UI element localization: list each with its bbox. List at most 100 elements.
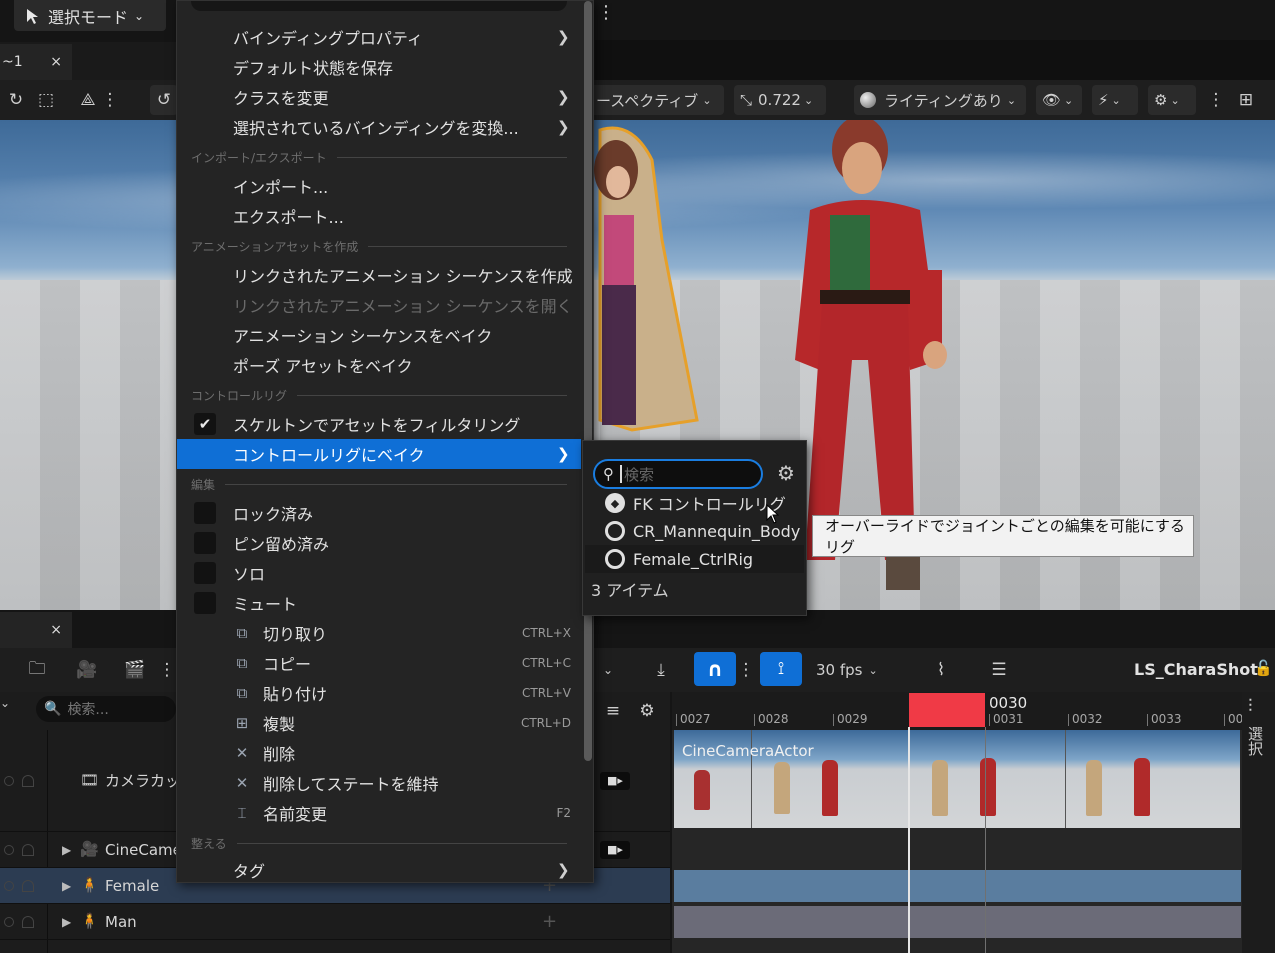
expand-arrow-icon[interactable]: ▶ [62, 843, 71, 857]
lighting-dropdown[interactable]: ライティングあり ⌄ [854, 85, 1026, 115]
close-icon[interactable]: × [50, 622, 62, 638]
ruler-tick: 0031 [989, 712, 1024, 726]
headphones-icon[interactable] [22, 879, 34, 892]
menu-item-save-default-state[interactable]: デフォルト状態を保存 [177, 52, 581, 82]
performance-dropdown[interactable]: ⚡ ⌄ [1092, 85, 1138, 115]
lock-icon[interactable]: 🔓 [1254, 659, 1273, 677]
eye-icon: 👁 [1042, 91, 1062, 109]
menu-item-create-linked-sequence[interactable]: リンクされたアニメーション シーケンスを作成 [177, 260, 581, 290]
checkbox[interactable] [194, 532, 216, 554]
menu-item-change-class[interactable]: クラスを変更 ❯ [177, 82, 581, 112]
menu-item-pinned[interactable]: ピン留め済み [177, 528, 581, 558]
headphones-icon[interactable] [22, 915, 34, 928]
rotate-icon[interactable]: ↻ [4, 85, 28, 115]
menu-item-bake-to-control-rig[interactable]: コントロールリグにベイク ❯ [177, 439, 581, 469]
menu-item-bake-anim-sequence[interactable]: アニメーション シーケンスをベイク [177, 320, 581, 350]
camera-cut-icon: 🎞 [80, 770, 100, 789]
ruler-tick: 0027 [676, 712, 711, 726]
eye-icon[interactable] [4, 775, 14, 786]
add-track-icon[interactable]: 🗀 [22, 655, 52, 685]
sequencer-more-icon[interactable]: ⋮ [159, 655, 176, 685]
details-panel-icon[interactable]: ⫶ [1248, 696, 1253, 717]
menu-item-convert-binding[interactable]: 選択されているバインディングを変換... ❯ [177, 112, 581, 142]
female-track-bar[interactable] [674, 870, 1241, 902]
playhead-line [908, 727, 910, 953]
menu-item-cut[interactable]: ⧉ 切り取り CTRL+X [177, 618, 581, 648]
menu-item-rename[interactable]: ⌶ 名前変更 F2 [177, 798, 581, 828]
viewport-more-icon[interactable]: ⋮ [1208, 85, 1225, 115]
curve-editor-icon[interactable]: ⌇ [926, 655, 956, 685]
show-flags-dropdown[interactable]: 👁 ⌄ [1036, 85, 1082, 115]
chevron-down-icon[interactable]: ⌄ [598, 655, 618, 685]
checkbox[interactable] [194, 592, 216, 614]
settings-dropdown[interactable]: ⚙ ⌄ [1148, 85, 1196, 115]
ruler-tick: 0032 [1068, 712, 1103, 726]
menu-item-mute[interactable]: ミュート [177, 588, 581, 618]
track-row-man[interactable]: ▶ 🧍 Man + [0, 904, 670, 940]
menu-item-delete[interactable]: ✕ 削除 [177, 738, 581, 768]
headphones-icon[interactable] [22, 774, 34, 787]
snap-to-frame-icon[interactable]: ⟟ [760, 652, 802, 686]
clapper-list-icon[interactable]: ☰ [984, 655, 1014, 685]
menu-item-tag[interactable]: タグ ❯ [177, 857, 581, 882]
thumb-figure [774, 762, 790, 814]
man-track-bar[interactable] [674, 906, 1241, 938]
checkbox-checked[interactable]: ✔ [194, 413, 216, 435]
playhead-handle[interactable] [909, 693, 985, 727]
menu-item-duplicate[interactable]: ⊞ 複製 CTRL+D [177, 708, 581, 738]
menu-item-locked[interactable]: ロック済み [177, 498, 581, 528]
search-placeholder: 検索 [624, 465, 655, 484]
menu-scrollbar[interactable] [584, 1, 592, 761]
menu-item-import[interactable]: インポート... [177, 171, 581, 201]
menu-item-solo[interactable]: ソロ [177, 558, 581, 588]
mode-select-button[interactable]: 選択モード ⌄ [14, 0, 166, 31]
snap-options-icon[interactable]: ⋮ [738, 655, 755, 685]
menu-item-paste[interactable]: ⧉ 貼り付け CTRL+V [177, 678, 581, 708]
camera-icon[interactable]: ■▸ [600, 840, 630, 859]
selection-side-tab[interactable]: 選択 [1246, 726, 1266, 756]
checkbox[interactable] [194, 502, 216, 524]
layout-grid-icon[interactable]: ⊞ [1232, 85, 1260, 115]
add-icon[interactable]: + [542, 911, 557, 932]
close-icon[interactable]: × [50, 54, 62, 70]
viewport-tab[interactable]: ~1 × [0, 44, 72, 80]
eye-icon[interactable] [4, 880, 14, 891]
gear-icon[interactable]: ⚙ [777, 461, 799, 485]
rig-search-input[interactable]: ⚲ 検索 [593, 459, 763, 489]
menu-item-delete-keep-state[interactable]: ✕ 削除してステートを維持 [177, 768, 581, 798]
transform-gizmo-icon[interactable]: ⟁ [76, 85, 100, 115]
render-movie-icon[interactable]: 🎬 [120, 655, 150, 685]
sequencer-search-input[interactable]: 🔍 検索... [36, 696, 176, 722]
checkbox[interactable] [194, 562, 216, 584]
menu-item-export[interactable]: エクスポート... [177, 201, 581, 231]
eye-icon[interactable] [4, 916, 14, 927]
gear-icon[interactable]: ⚙ [634, 696, 660, 726]
menu-label: ミュート [233, 595, 298, 614]
menu-item-binding-properties[interactable]: バインディングプロパティ ❯ [177, 22, 581, 52]
rig-item-female[interactable]: Female_CtrlRig [585, 545, 804, 573]
eye-icon[interactable] [4, 844, 14, 855]
perspective-dropdown[interactable]: ースペクティブ ⌄ [590, 85, 724, 115]
snap-rotate-icon[interactable]: ↺ [150, 85, 178, 115]
fov-dropdown[interactable]: ⤡ 0.722 ⌄ [734, 85, 826, 115]
menu-label: 貼り付け [263, 685, 328, 704]
toolbar-more-icon[interactable]: ⋮ [102, 85, 119, 115]
menu-item-copy[interactable]: ⧉ コピー CTRL+C [177, 648, 581, 678]
camera-icon[interactable]: ■▸ [600, 771, 630, 790]
snap-magnet-icon[interactable]: ∩ [694, 652, 736, 686]
auto-key-icon[interactable]: ⤓ [646, 655, 676, 685]
expand-arrow-icon[interactable]: ▶ [62, 879, 71, 893]
more-options-icon[interactable]: ⋮ [596, 2, 616, 28]
scale-icon[interactable]: ⬚ [34, 85, 58, 115]
fps-dropdown[interactable]: 30 fps ⌄ [810, 655, 894, 685]
sequencer-tab[interactable]: × [0, 612, 72, 648]
expand-arrow-icon[interactable]: ▶ [62, 915, 71, 929]
menu-item-filter-by-skeleton[interactable]: ✔ スケルトンでアセットをフィルタリング [177, 409, 581, 439]
headphones-icon[interactable] [22, 843, 34, 856]
camera-icon[interactable]: 🎥 [72, 655, 102, 685]
menu-search-input[interactable] [191, 1, 567, 11]
outliner-menu-icon[interactable]: ≡ [600, 696, 626, 726]
female-character[interactable] [592, 120, 702, 440]
menu-item-bake-pose-asset[interactable]: ポーズ アセットをベイク [177, 350, 581, 380]
filter-dropdown-icon[interactable]: ⌄ [0, 696, 14, 722]
